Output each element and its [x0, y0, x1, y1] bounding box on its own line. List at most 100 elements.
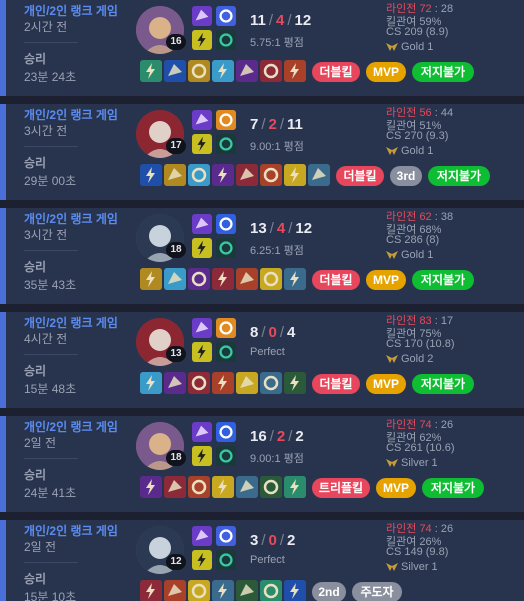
kda-ratio: 5.75:1 평점: [250, 37, 304, 49]
rune-primary-icon[interactable]: [216, 422, 236, 442]
match-card[interactable]: 개인/2인 랭크 게임 3시간 전 승리 29분 00초 17 7/2/11 9…: [0, 104, 524, 200]
item-slot-icon[interactable]: [212, 580, 234, 601]
item-slot-icon[interactable]: [164, 268, 186, 290]
item-slot-icon[interactable]: [164, 580, 186, 601]
kda-ratio: Perfect: [250, 554, 285, 566]
item-slot-icon[interactable]: [188, 164, 210, 186]
lane-loss: 17: [440, 315, 454, 327]
lane-loss: 26: [440, 419, 454, 431]
match-card[interactable]: 개인/2인 랭크 게임 2시간 전 승리 23분 24초 16 11/4/12 …: [0, 0, 524, 96]
item-slot-icon[interactable]: [236, 60, 258, 82]
item-slot-icon[interactable]: [212, 60, 234, 82]
summoner-spell-icon[interactable]: [192, 30, 212, 50]
item-slot-icon[interactable]: [140, 60, 162, 82]
summoner-spell-icon[interactable]: [192, 134, 212, 154]
tier-label: Gold 2: [401, 353, 434, 365]
summoner-spell-icon[interactable]: [192, 110, 212, 130]
item-slot-icon[interactable]: [236, 476, 258, 498]
rune-primary-icon[interactable]: [216, 6, 236, 26]
lane-loss: 28: [440, 3, 454, 15]
assists: 2: [295, 428, 304, 445]
rune-secondary-icon[interactable]: [216, 342, 236, 362]
time-ago: 2시간 전: [24, 20, 68, 34]
divider: [24, 146, 78, 147]
item-slot-icon[interactable]: [284, 580, 306, 601]
item-slot-icon[interactable]: [188, 268, 210, 290]
match-duration: 24분 41초: [24, 486, 77, 500]
assists: 2: [287, 532, 296, 549]
item-slot-icon[interactable]: [164, 164, 186, 186]
item-slot-icon[interactable]: [260, 268, 282, 290]
summoner-spell-icon[interactable]: [192, 550, 212, 570]
match-card[interactable]: 개인/2인 랭크 게임 3시간 전 승리 35분 43초 18 13/4/12 …: [0, 208, 524, 304]
rune-secondary-icon[interactable]: [216, 238, 236, 258]
item-slot-icon[interactable]: [260, 372, 282, 394]
item-slot-icon[interactable]: [164, 372, 186, 394]
item-slot-icon[interactable]: [260, 164, 282, 186]
item-slot-icon[interactable]: [236, 580, 258, 601]
average-tier: Gold 2: [386, 353, 433, 365]
item-slot-icon[interactable]: [212, 268, 234, 290]
summoner-spell-icon[interactable]: [192, 214, 212, 234]
item-slot-icon[interactable]: [260, 580, 282, 601]
item-slot-icon[interactable]: [212, 164, 234, 186]
item-slot-icon[interactable]: [284, 372, 306, 394]
rank-emblem-icon: [386, 459, 398, 468]
rune-secondary-icon[interactable]: [216, 134, 236, 154]
time-ago: 3시간 전: [24, 124, 68, 138]
item-slot-icon[interactable]: [284, 268, 306, 290]
item-slot-icon[interactable]: [140, 476, 162, 498]
match-card[interactable]: 개인/2인 랭크 게임 2일 전 승리 15분 10초 12 3/0/2 Per…: [0, 520, 524, 601]
item-slot-icon[interactable]: [140, 268, 162, 290]
summoner-spell-icon[interactable]: [192, 238, 212, 258]
item-slot-icon[interactable]: [164, 476, 186, 498]
item-slot-icon[interactable]: [236, 164, 258, 186]
item-slot-icon[interactable]: [260, 476, 282, 498]
rune-secondary-icon[interactable]: [216, 446, 236, 466]
deaths: 0: [268, 324, 277, 341]
rune-secondary-icon[interactable]: [216, 30, 236, 50]
average-tier: Silver 1: [386, 561, 438, 573]
summoner-spell-icon[interactable]: [192, 422, 212, 442]
item-slot-icon[interactable]: [212, 476, 234, 498]
achievement-badge: MVP: [366, 374, 406, 394]
summoner-spell-icon[interactable]: [192, 342, 212, 362]
item-slot-icon[interactable]: [236, 372, 258, 394]
item-slot-icon[interactable]: [140, 164, 162, 186]
item-slot-icon[interactable]: [188, 476, 210, 498]
item-slot-icon[interactable]: [140, 580, 162, 601]
summoner-spell-icon[interactable]: [192, 318, 212, 338]
item-slot-icon[interactable]: [212, 372, 234, 394]
item-slot-icon[interactable]: [284, 60, 306, 82]
rune-secondary-icon[interactable]: [216, 550, 236, 570]
match-result: 승리: [24, 468, 47, 482]
item-slot-icon[interactable]: [236, 268, 258, 290]
rune-primary-icon[interactable]: [216, 110, 236, 130]
summoner-spell-icon[interactable]: [192, 526, 212, 546]
time-ago: 2일 전: [24, 540, 57, 554]
item-slot-icon[interactable]: [188, 60, 210, 82]
rune-primary-icon[interactable]: [216, 318, 236, 338]
item-slot-icon[interactable]: [284, 164, 306, 186]
item-slot-icon[interactable]: [284, 476, 306, 498]
match-card[interactable]: 개인/2인 랭크 게임 2일 전 승리 24분 41초 18 16/2/2 9.…: [0, 416, 524, 512]
achievement-badge: MVP: [366, 62, 406, 82]
champion-level: 13: [166, 346, 186, 362]
rune-primary-icon[interactable]: [216, 526, 236, 546]
summoner-spell-icon[interactable]: [192, 6, 212, 26]
match-duration: 23분 24초: [24, 70, 77, 84]
item-slot-icon[interactable]: [140, 372, 162, 394]
summoner-spell-icon[interactable]: [192, 446, 212, 466]
match-info: 개인/2인 랭크 게임 4시간 전 승리 15분 48초: [18, 312, 130, 408]
deaths: 4: [276, 220, 286, 237]
achievement-badge: 저지불가: [428, 166, 490, 186]
item-slot-icon[interactable]: [260, 60, 282, 82]
item-slot-icon[interactable]: [188, 372, 210, 394]
rune-primary-icon[interactable]: [216, 214, 236, 234]
match-duration: 15분 48초: [24, 382, 77, 396]
match-card[interactable]: 개인/2인 랭크 게임 4시간 전 승리 15분 48초 13 8/0/4 Pe…: [0, 312, 524, 408]
item-slot-icon[interactable]: [188, 580, 210, 601]
item-slot-icon[interactable]: [164, 60, 186, 82]
game-type: 개인/2인 랭크 게임: [24, 316, 118, 330]
item-slot-icon[interactable]: [308, 164, 330, 186]
